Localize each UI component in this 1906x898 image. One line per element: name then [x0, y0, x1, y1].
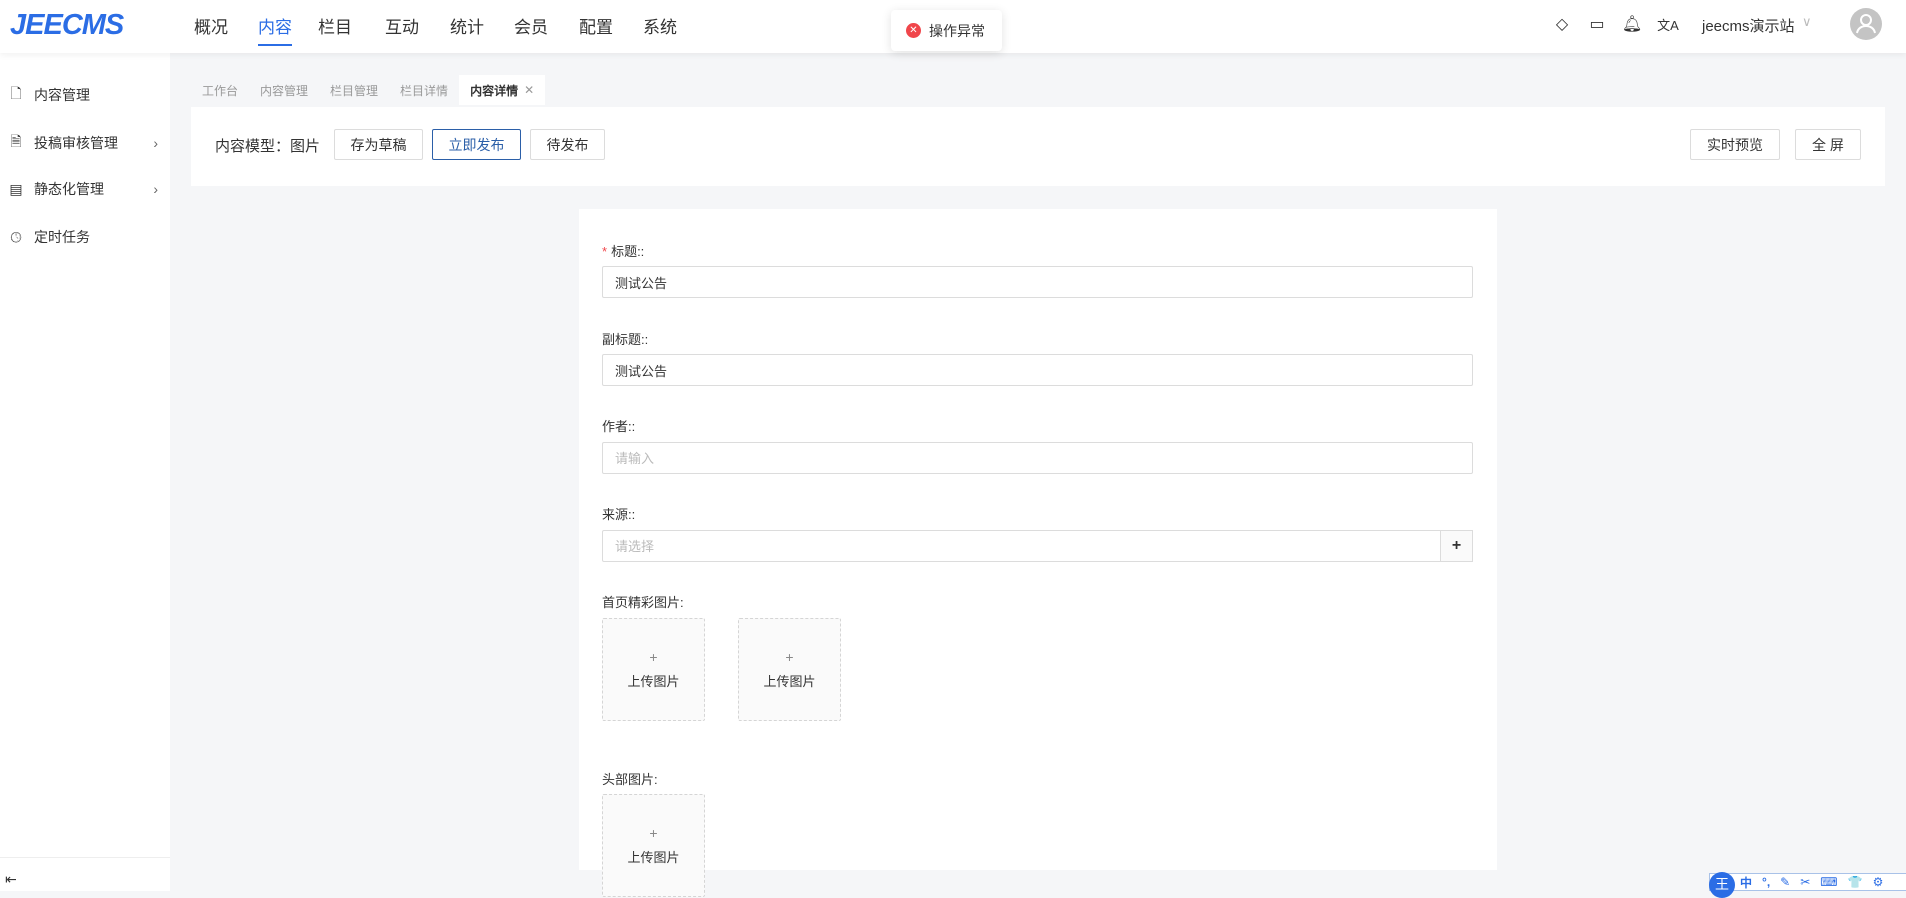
paint-bucket-icon[interactable]: ◇	[1551, 13, 1573, 35]
tab-content-detail[interactable]: 内容详情 ✕	[459, 75, 546, 105]
sidebar-item-label: 投稿审核管理	[34, 135, 118, 151]
title-label: * 标题::	[602, 241, 644, 260]
ime-logo-icon[interactable]: 王	[1709, 872, 1735, 898]
subtitle-label: 副标题::	[602, 332, 649, 347]
upload-image-button[interactable]: + 上传图片	[602, 618, 705, 721]
ime-handwrite-icon[interactable]: ✎	[1780, 875, 1790, 889]
logo[interactable]: JEECMS	[10, 9, 124, 42]
nav-channel[interactable]: 栏目	[318, 13, 352, 38]
clock-icon: 🕓︎	[10, 228, 22, 245]
sidebar: 🗋 内容管理 🗎 投稿审核管理 › ▤ 静态化管理 › 🕓︎ 定时任务	[0, 53, 170, 891]
user-icon	[1856, 14, 1876, 34]
sidebar-item-label: 定时任务	[34, 229, 90, 245]
sidebar-divider	[0, 857, 170, 858]
bell-icon[interactable]: 🔔︎	[1621, 13, 1643, 35]
head-image-label: 头部图片:	[602, 772, 658, 787]
pending-publish-button[interactable]: 待发布	[530, 129, 605, 160]
tab-label: 内容详情	[470, 83, 519, 98]
nav-members[interactable]: 会员	[514, 13, 548, 38]
save-draft-button[interactable]: 存为草稿	[334, 129, 423, 160]
monitor-icon[interactable]: ▭	[1586, 13, 1608, 35]
fullscreen-button[interactable]: 全 屏	[1795, 129, 1861, 160]
nav-config[interactable]: 配置	[579, 13, 613, 38]
live-preview-button[interactable]: 实时预览	[1690, 129, 1780, 160]
nav-content[interactable]: 内容	[258, 13, 292, 46]
sidebar-item-label: 静态化管理	[34, 181, 104, 197]
tab-channel-management[interactable]: 栏目管理	[319, 75, 390, 105]
plus-icon: +	[649, 825, 658, 841]
ime-settings-icon[interactable]: ⚙	[1873, 875, 1884, 889]
collapse-sidebar-icon[interactable]: ⇤	[5, 871, 17, 888]
sidebar-item-content-management[interactable]: 🗋 内容管理	[8, 83, 158, 107]
upload-image-button[interactable]: + 上传图片	[602, 794, 705, 897]
home-image-label: 首页精彩图片:	[602, 595, 684, 610]
audit-icon: 🗎	[10, 133, 22, 149]
sidebar-item-audit-management[interactable]: 🗎 投稿审核管理 ›	[8, 131, 158, 155]
add-source-button[interactable]: +	[1440, 530, 1473, 562]
subtitle-input[interactable]	[602, 354, 1473, 386]
tab-channel-detail[interactable]: 栏目详情	[389, 75, 460, 105]
static-icon: ▤	[9, 180, 23, 197]
source-select[interactable]	[602, 530, 1442, 562]
nav-interaction[interactable]: 互动	[385, 13, 419, 38]
source-label: 来源::	[602, 507, 636, 522]
document-icon: 🗋	[10, 85, 22, 101]
page-tabs: 工作台 内容管理 栏目管理 栏目详情 内容详情 ✕	[191, 75, 546, 105]
upload-label: 上传图片	[627, 674, 680, 689]
close-icon[interactable]: ✕	[524, 83, 534, 97]
tab-workbench[interactable]: 工作台	[191, 75, 250, 105]
ime-punctuation-icon[interactable]: °,	[1762, 875, 1770, 889]
avatar[interactable]	[1850, 8, 1882, 40]
title-input[interactable]	[602, 266, 1473, 298]
translate-icon[interactable]: 文A	[1657, 13, 1679, 35]
required-mark: *	[602, 244, 608, 259]
publish-now-button[interactable]: 立即发布	[432, 129, 521, 160]
sidebar-item-label: 内容管理	[34, 87, 90, 103]
ime-keyboard-icon[interactable]: ⌨	[1820, 875, 1837, 889]
upload-label: 上传图片	[627, 850, 680, 865]
ime-tools-icon[interactable]: ✂	[1800, 875, 1810, 889]
error-toast: ✕ 操作异常	[891, 10, 1002, 51]
author-label: 作者::	[602, 419, 636, 434]
error-icon: ✕	[906, 23, 921, 38]
ime-mode[interactable]: 中	[1740, 874, 1752, 891]
toast-message: 操作异常	[929, 22, 985, 39]
sidebar-item-scheduled-tasks[interactable]: 🕓︎ 定时任务	[8, 227, 158, 247]
plus-icon: +	[649, 649, 658, 665]
tab-content-management[interactable]: 内容管理	[249, 75, 320, 105]
upload-image-button[interactable]: + 上传图片	[738, 618, 841, 721]
sidebar-item-static-management[interactable]: ▤ 静态化管理 ›	[8, 179, 158, 199]
content-toolbar: 内容模型：图片 存为草稿 立即发布 待发布 实时预览 全 屏	[191, 107, 1885, 186]
upload-label: 上传图片	[763, 674, 816, 689]
author-input[interactable]	[602, 442, 1473, 474]
ime-toolbar: 中 °, ✎ ✂ ⌨ 👕 ⚙	[1709, 873, 1906, 891]
chevron-right-icon: ›	[153, 181, 158, 197]
title-label-text: 标题::	[611, 244, 645, 259]
plus-icon: +	[785, 649, 794, 665]
content-form: *标题:: 副标题:: 作者:: 来源:: + 首页精彩图片: + 上传图片 +…	[579, 209, 1497, 897]
content-model-label: 内容模型：图片	[215, 138, 321, 155]
nav-overview[interactable]: 概况	[194, 13, 228, 38]
chevron-right-icon: ›	[153, 135, 158, 151]
chevron-down-icon[interactable]: ∨	[1802, 14, 1812, 30]
nav-statistics[interactable]: 统计	[450, 13, 484, 38]
site-selector[interactable]: jeecms演示站	[1702, 15, 1795, 36]
nav-system[interactable]: 系统	[643, 13, 677, 38]
ime-skin-icon[interactable]: 👕	[1848, 875, 1863, 889]
